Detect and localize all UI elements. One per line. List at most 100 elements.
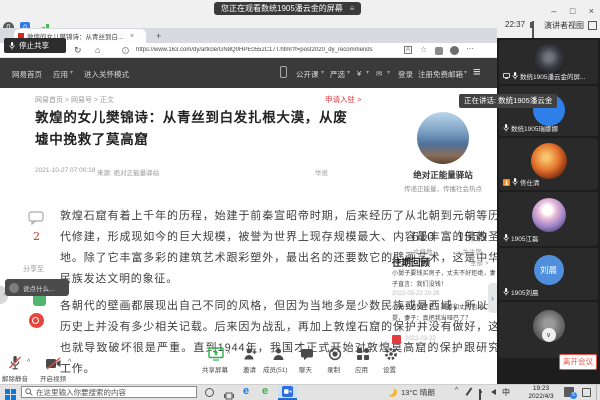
comment-count: 2 (33, 230, 40, 243)
weibo-share-icon[interactable] (29, 313, 44, 328)
close-button[interactable]: × (589, 6, 594, 16)
settings-label[interactable]: 设置 (383, 364, 396, 374)
quick-chat-bar[interactable]: 说点什么... (5, 279, 69, 296)
start-button[interactable] (5, 387, 16, 400)
edge-browser-icon[interactable]: e (243, 385, 249, 397)
scroll-more-chevron-icon[interactable]: ∨ (542, 328, 556, 342)
watching-banner: 您正在观看数统1905潘云金的屏幕 ≡ (214, 2, 361, 15)
view-mode-caret-icon[interactable]: ▾ (578, 22, 581, 29)
translate-icon[interactable]: A (404, 46, 412, 54)
taskbar-clock[interactable]: 19:23 2022/4/3 (522, 385, 560, 400)
nav-app-link[interactable]: 应用 (53, 69, 68, 80)
nav-caret-2: ▾ (347, 69, 350, 76)
ime-indicator[interactable]: 中 (502, 387, 510, 398)
participant-tile[interactable]: 刘晨 1905刘晨 (499, 248, 598, 300)
show-desktop-divider[interactable] (596, 385, 597, 400)
report-link[interactable]: 举报 (315, 167, 328, 177)
share-screen-label[interactable]: 共享屏幕 (202, 364, 228, 374)
nav-care-mode-link[interactable]: 进入关怀模式 (84, 69, 129, 80)
apply-link[interactable]: 申请入驻 > (325, 94, 361, 105)
members-label[interactable]: 成员(51) (263, 364, 288, 374)
volume-icon[interactable] (491, 389, 496, 395)
article-title: 敦煌的女儿樊锦诗：从青丝到白发扎根大漠，从废墟中挽救了莫高窟 (35, 107, 353, 151)
reload-icon[interactable]: ↻ (74, 45, 82, 56)
tray-expand-caret-icon[interactable]: ^ (455, 387, 458, 394)
participant-tile[interactable]: 佟仕清 (499, 138, 598, 190)
battery-icon[interactable] (479, 389, 481, 400)
mail-icon[interactable]: ✉ (376, 69, 382, 78)
history-item-1[interactable]: 小舅子要钱买房子，丈夫不好拒绝，妻子直言：我们没钱！ (392, 269, 500, 290)
apps-label[interactable]: 应用 (355, 364, 368, 374)
nav-register-link[interactable]: 注册免费邮箱 (418, 69, 463, 80)
participant-avatar-initials: 刘晨 (534, 255, 564, 285)
share-caret-icon[interactable]: ^ (227, 351, 230, 358)
stop-share-chip[interactable]: 停止共享 (4, 38, 66, 53)
mic-icon (503, 124, 509, 132)
screen: 您正在观看数统1905潘云金的屏幕 ≡ – □ × 22:37 演讲者视图 ▾ … (0, 0, 600, 400)
sidebar-collapse-handle[interactable]: › (488, 283, 497, 313)
participants-sidebar: 数统1905潘云金的屏... 数统1905瑞娜娜 佟仕清 190 (497, 38, 600, 385)
history-item-2[interactable]: 小姑子借钱不还，婆婆和丈夫也闭口不提，妻子：真把我当哑巴了？ (392, 303, 500, 324)
new-tab-button[interactable]: + (156, 31, 161, 41)
chat-label[interactable]: 聊天 (299, 364, 312, 374)
author-avatar[interactable] (417, 112, 469, 164)
nav-home-link[interactable]: 网易首页 (12, 69, 42, 80)
taskbar-search[interactable]: 在这里输入你要搜索的内容 (21, 386, 197, 398)
browser-menu-icon[interactable]: ⋯ (466, 44, 474, 53)
quick-chat-placeholder: 说点什么... (23, 283, 54, 293)
mobile-phone-icon[interactable] (280, 66, 287, 78)
window-controls: – □ × (542, 1, 594, 19)
task-view-icon[interactable] (224, 388, 234, 400)
nav-pay-link[interactable]: ¥ (357, 69, 361, 78)
red-envelope-icon (392, 335, 401, 344)
stat2-value: 1559 (448, 230, 496, 244)
home-icon[interactable]: ⌂ (95, 45, 100, 55)
maximize-button[interactable]: □ (570, 6, 575, 16)
participant-name: 数统1905潘云金的屏... (520, 71, 585, 81)
search-icon (25, 388, 33, 396)
article-date: 2021-10-27 07:00:18 (35, 167, 95, 174)
author-name[interactable]: 绝对正能量驿站 (388, 169, 498, 181)
bookmark-star-icon[interactable]: ☆ (420, 45, 427, 54)
profile-avatar-icon[interactable] (450, 46, 459, 55)
nav-yanxuan-link[interactable]: 严选 (330, 69, 345, 80)
record-label[interactable]: 录制 (327, 364, 340, 374)
extensions-puzzle-icon[interactable] (435, 47, 443, 55)
nav-open-course-link[interactable]: 公开课 (296, 69, 319, 80)
stat2-label: 关注度 (448, 246, 496, 256)
history-all-link[interactable]: 全部 > (470, 257, 489, 267)
emoji-face-icon[interactable] (9, 283, 19, 293)
browser-360-icon[interactable]: e (262, 385, 268, 397)
mic-icon (503, 288, 509, 296)
meeting-app-taskbar-icon[interactable] (278, 385, 297, 400)
cortana-icon[interactable] (205, 388, 214, 397)
fullscreen-icon[interactable] (588, 21, 597, 30)
tab-close-icon[interactable]: × (130, 33, 134, 40)
participant-tile-more[interactable]: ∨ (499, 302, 598, 358)
breadcrumb[interactable]: 网易首页 > 网易号 > 正文 (35, 95, 114, 105)
article-source[interactable]: 来源: 绝对正能量驿站 (97, 167, 159, 177)
leave-meeting-button[interactable]: 离开会议 (559, 354, 597, 370)
weather-moon-icon[interactable] (388, 388, 397, 397)
host-badge-icon (503, 179, 510, 186)
url-bar[interactable]: https://www.163.com/dy/article/GN8Q0HPE0… (136, 47, 376, 53)
nav-login-link[interactable]: 登录 (398, 69, 413, 80)
nav-caret-1: ▾ (321, 69, 324, 76)
participant-tile[interactable]: 1905江磊 (499, 192, 598, 246)
participant-tile-sharer[interactable]: 数统1905潘云金的屏... (499, 40, 598, 84)
site-info-icon: i (122, 47, 129, 54)
banner-menu-icon[interactable]: ≡ (350, 2, 355, 15)
invite-label[interactable]: 邀请 (243, 364, 256, 374)
stat1-value: 610 (400, 230, 446, 244)
mute-label[interactable]: 解除静音 (2, 373, 28, 383)
video-caret-icon[interactable]: ^ (68, 359, 71, 366)
minimize-button[interactable]: – (551, 6, 556, 16)
mute-caret-icon[interactable]: ^ (27, 359, 30, 366)
notification-tray-icon[interactable]: 5 (564, 387, 574, 397)
nav-hamburger-icon[interactable]: ≡ (473, 64, 481, 79)
author-tagline: 传递正能量，传播社会热点 (386, 183, 500, 193)
action-center-icon[interactable] (582, 388, 591, 397)
video-label[interactable]: 开启视频 (40, 373, 66, 383)
comment-bubble-icon[interactable] (28, 211, 44, 225)
weather-text[interactable]: 13°C 晴朗 (401, 387, 435, 398)
